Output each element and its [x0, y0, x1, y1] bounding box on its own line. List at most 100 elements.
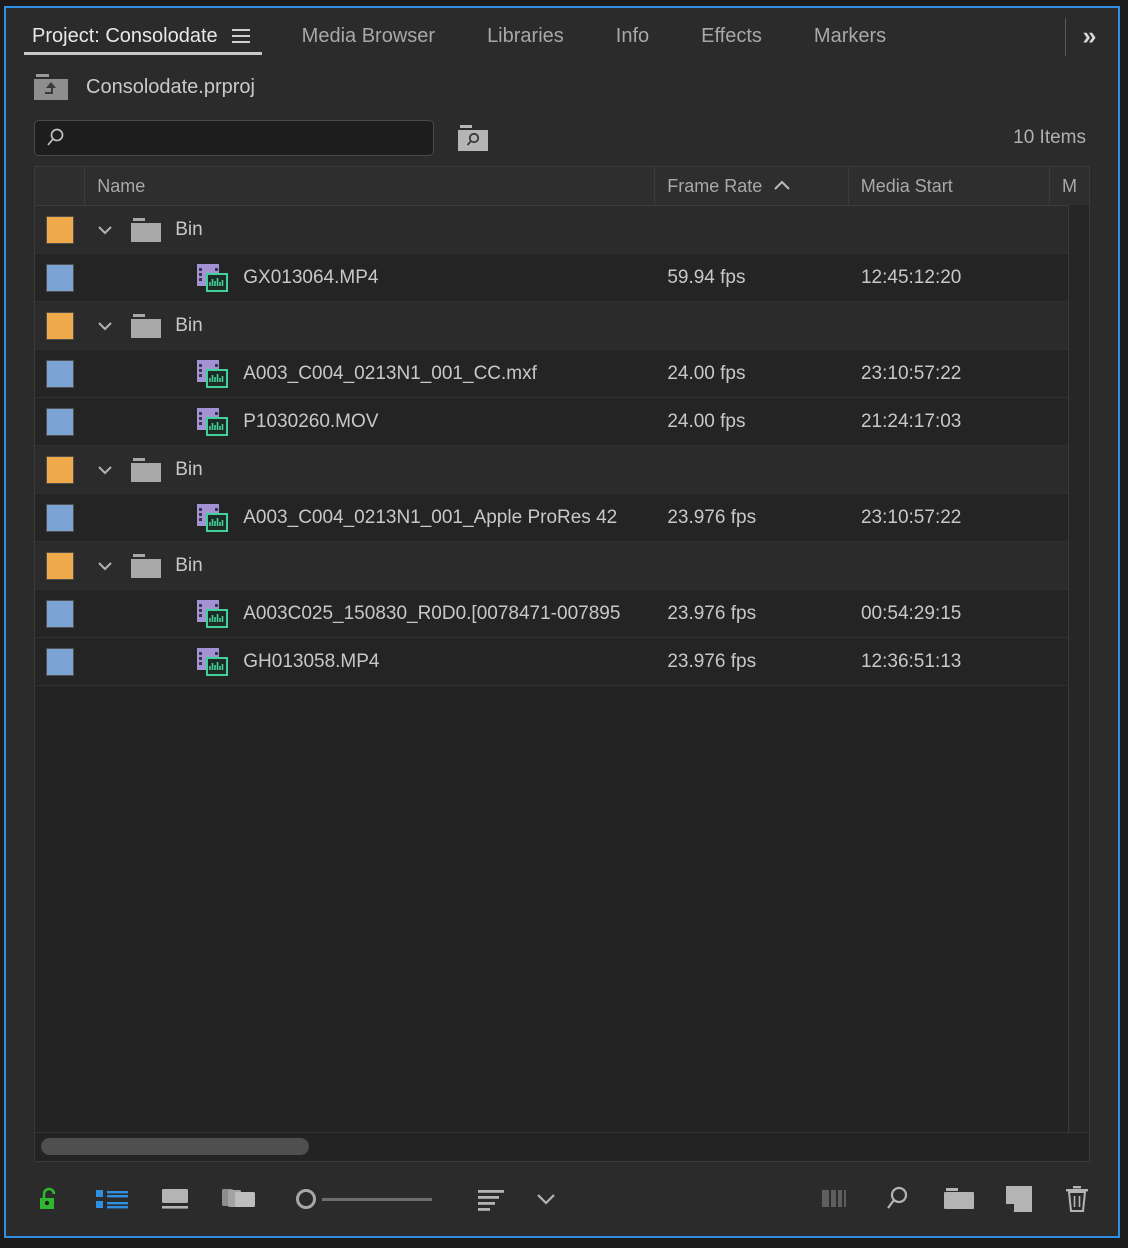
zoom-slider[interactable]	[296, 1189, 432, 1209]
sort-ascending-caret-icon	[772, 179, 792, 193]
disclosure-chevron-down-icon[interactable]	[85, 463, 125, 477]
row-name-label: P1030260.MOV	[243, 411, 378, 433]
row-name-cell: A003C025_150830_R0D0.[0078471-007895	[85, 590, 655, 637]
zoom-slider-knob[interactable]	[296, 1189, 316, 1209]
row-name-label: Bin	[175, 315, 202, 337]
column-header-name[interactable]: Name	[85, 167, 655, 205]
row-frame-rate-cell	[655, 542, 849, 589]
table-row[interactable]: A003_C004_0213N1_001_Apple ProRes 42 23.…	[35, 494, 1089, 542]
delete-icon[interactable]	[1064, 1179, 1090, 1219]
video-audio-clip-icon	[197, 264, 229, 292]
row-name-label: GH013058.MP4	[243, 651, 379, 673]
table-row[interactable]: Bin	[35, 302, 1089, 350]
disclosure-chevron-down-icon[interactable]	[85, 319, 125, 333]
column-header-label: Media Start	[861, 176, 953, 197]
find-in-bin-icon[interactable]	[458, 125, 488, 151]
clip-color-chip[interactable]	[46, 504, 74, 532]
item-count-label: 10 Items	[1013, 127, 1096, 149]
panel-menu-icon[interactable]	[232, 29, 250, 43]
sort-icon[interactable]	[478, 1179, 508, 1219]
bin-color-chip[interactable]	[46, 552, 74, 580]
tab-info[interactable]: Info	[590, 8, 675, 64]
project-file-name: Consolodate.prproj	[86, 76, 255, 99]
automate-to-sequence-icon[interactable]	[822, 1179, 852, 1219]
bin-color-chip[interactable]	[46, 216, 74, 244]
row-frame-rate-cell: 23.976 fps	[655, 494, 849, 541]
tab-label: Media Browser	[302, 25, 435, 48]
row-frame-rate-cell	[655, 446, 849, 493]
row-media-start-cell: 23:10:57:22	[849, 350, 1050, 397]
tab-label: Project: Consolodate	[32, 25, 218, 48]
tab-markers[interactable]: Markers	[788, 8, 912, 64]
horizontal-scrollbar[interactable]	[34, 1132, 1090, 1162]
search-field-wrapper[interactable]	[34, 120, 434, 156]
column-header-frame-rate[interactable]: Frame Rate	[655, 167, 849, 205]
icon-view-icon[interactable]	[160, 1179, 190, 1219]
tab-libraries[interactable]: Libraries	[461, 8, 590, 64]
row-color-chip-cell	[35, 350, 85, 397]
tab-label: Effects	[701, 25, 762, 48]
folder-up-icon[interactable]	[34, 74, 68, 100]
row-media-start-cell	[849, 542, 1050, 589]
tab-overflow-chevron-icon[interactable]: »	[1066, 8, 1110, 64]
column-header-media-end-clipped[interactable]: M	[1050, 167, 1089, 205]
clip-color-chip[interactable]	[46, 648, 74, 676]
row-color-chip-cell	[35, 542, 85, 589]
row-frame-rate-cell: 23.976 fps	[655, 590, 849, 637]
freeform-view-icon[interactable]	[222, 1179, 256, 1219]
new-bin-icon[interactable]	[944, 1179, 974, 1219]
table-body: Bin GX013064.MP4 59.94 fps	[35, 206, 1089, 1132]
bin-color-chip[interactable]	[46, 456, 74, 484]
list-view-icon[interactable]	[96, 1179, 128, 1219]
row-frame-rate-cell	[655, 206, 849, 253]
row-name-cell: GH013058.MP4	[85, 638, 655, 685]
table-row[interactable]: Bin	[35, 206, 1089, 254]
tab-media-browser[interactable]: Media Browser	[276, 8, 461, 64]
new-item-icon[interactable]	[1006, 1179, 1032, 1219]
clip-color-chip[interactable]	[46, 600, 74, 628]
search-input[interactable]	[75, 127, 423, 149]
disclosure-chevron-down-icon[interactable]	[85, 223, 125, 237]
search-icon	[45, 127, 67, 149]
row-name-cell: Bin	[85, 206, 655, 253]
tab-label: Info	[616, 25, 649, 48]
table-header-row: Name Frame Rate Media Start M	[35, 167, 1089, 206]
chevron-down-icon[interactable]	[534, 1179, 558, 1219]
video-audio-clip-icon	[197, 360, 229, 388]
row-media-start-cell: 00:54:29:15	[849, 590, 1050, 637]
disclosure-chevron-down-icon[interactable]	[85, 559, 125, 573]
clip-color-chip[interactable]	[46, 360, 74, 388]
project-item-table: Name Frame Rate Media Start M	[34, 166, 1090, 1132]
table-row[interactable]: Bin	[35, 446, 1089, 494]
table-row[interactable]: A003_C004_0213N1_001_CC.mxf 24.00 fps 23…	[35, 350, 1089, 398]
table-row[interactable]: GH013058.MP4 23.976 fps 12:36:51:13	[35, 638, 1089, 686]
tab-effects[interactable]: Effects	[675, 8, 788, 64]
row-frame-rate-cell: 23.976 fps	[655, 638, 849, 685]
column-header-media-start[interactable]: Media Start	[849, 167, 1050, 205]
video-audio-clip-icon	[197, 648, 229, 676]
row-name-cell: P1030260.MOV	[85, 398, 655, 445]
row-name-label: Bin	[175, 459, 202, 481]
column-header-label: Frame Rate	[667, 176, 762, 197]
vertical-scrollbar[interactable]	[1068, 205, 1089, 1132]
tab-project-consolodate[interactable]: Project: Consolodate	[6, 8, 276, 64]
table-row[interactable]: P1030260.MOV 24.00 fps 21:24:17:03	[35, 398, 1089, 446]
row-name-label: A003_C004_0213N1_001_CC.mxf	[243, 363, 537, 385]
lock-toggle-icon[interactable]	[34, 1179, 64, 1219]
row-name-cell: Bin	[85, 542, 655, 589]
project-panel: Project: Consolodate Media Browser Libra…	[4, 6, 1120, 1238]
row-frame-rate-cell	[655, 302, 849, 349]
table-row[interactable]: Bin	[35, 542, 1089, 590]
bin-color-chip[interactable]	[46, 312, 74, 340]
row-media-start-cell	[849, 446, 1050, 493]
column-header-chip	[35, 167, 85, 205]
clip-color-chip[interactable]	[46, 264, 74, 292]
find-icon[interactable]	[884, 1179, 912, 1219]
table-row[interactable]: GX013064.MP4 59.94 fps 12:45:12:20	[35, 254, 1089, 302]
zoom-slider-rail[interactable]	[322, 1198, 432, 1201]
table-row[interactable]: A003C025_150830_R0D0.[0078471-007895 23.…	[35, 590, 1089, 638]
clip-color-chip[interactable]	[46, 408, 74, 436]
horizontal-scrollbar-thumb[interactable]	[41, 1138, 309, 1155]
row-media-start-cell: 12:36:51:13	[849, 638, 1050, 685]
row-name-cell: A003_C004_0213N1_001_Apple ProRes 42	[85, 494, 655, 541]
